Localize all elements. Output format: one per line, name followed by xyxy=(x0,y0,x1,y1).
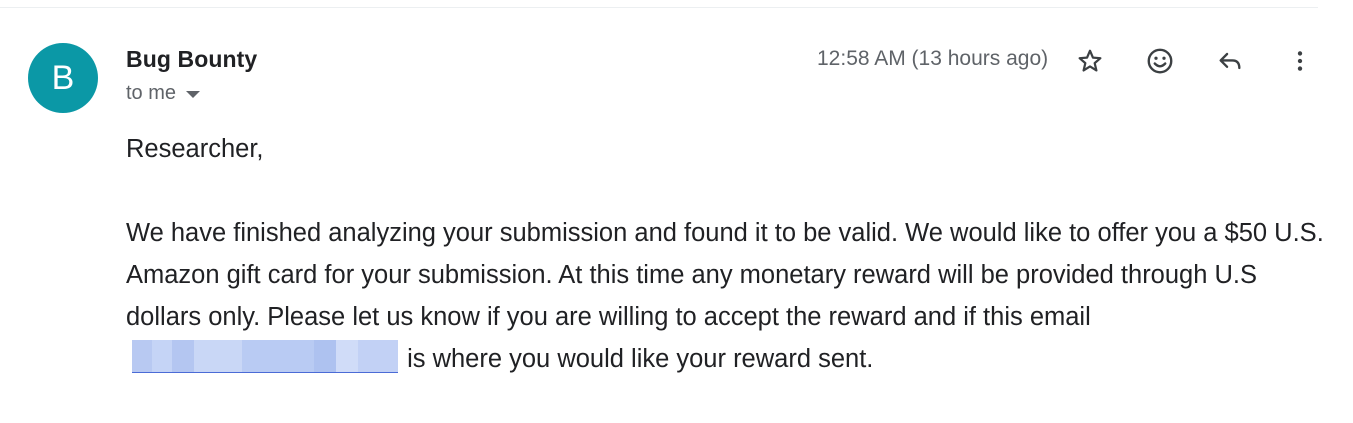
recipient-details-toggle[interactable]: to me xyxy=(126,82,201,105)
redacted-email-link[interactable] xyxy=(132,340,398,373)
top-divider xyxy=(0,7,1318,8)
email-body-text-1: We have finished analyzing your submissi… xyxy=(126,219,1324,331)
chevron-down-icon[interactable] xyxy=(186,91,201,98)
add-reaction-button[interactable] xyxy=(1139,40,1181,82)
reply-icon xyxy=(1219,52,1241,70)
email-body-text-2: is where you would like your reward sent… xyxy=(400,345,874,373)
recipient-label: to me xyxy=(126,82,177,104)
email-paragraph: We have finished analyzing your submissi… xyxy=(126,212,1326,380)
email-greeting: Researcher, xyxy=(126,135,264,163)
more-options-button[interactable] xyxy=(1279,40,1321,82)
sender-avatar[interactable]: B xyxy=(28,43,98,113)
reply-button[interactable] xyxy=(1209,40,1251,82)
more-vert-icon xyxy=(1297,51,1303,71)
emoji-icon xyxy=(1147,48,1173,74)
email-body: Researcher, We have finished analyzing y… xyxy=(126,128,1326,380)
star-icon xyxy=(1078,49,1102,72)
email-timestamp: 12:58 AM (13 hours ago) xyxy=(817,47,1049,70)
star-button[interactable] xyxy=(1069,40,1111,82)
sender-name[interactable]: Bug Bounty xyxy=(126,46,257,73)
